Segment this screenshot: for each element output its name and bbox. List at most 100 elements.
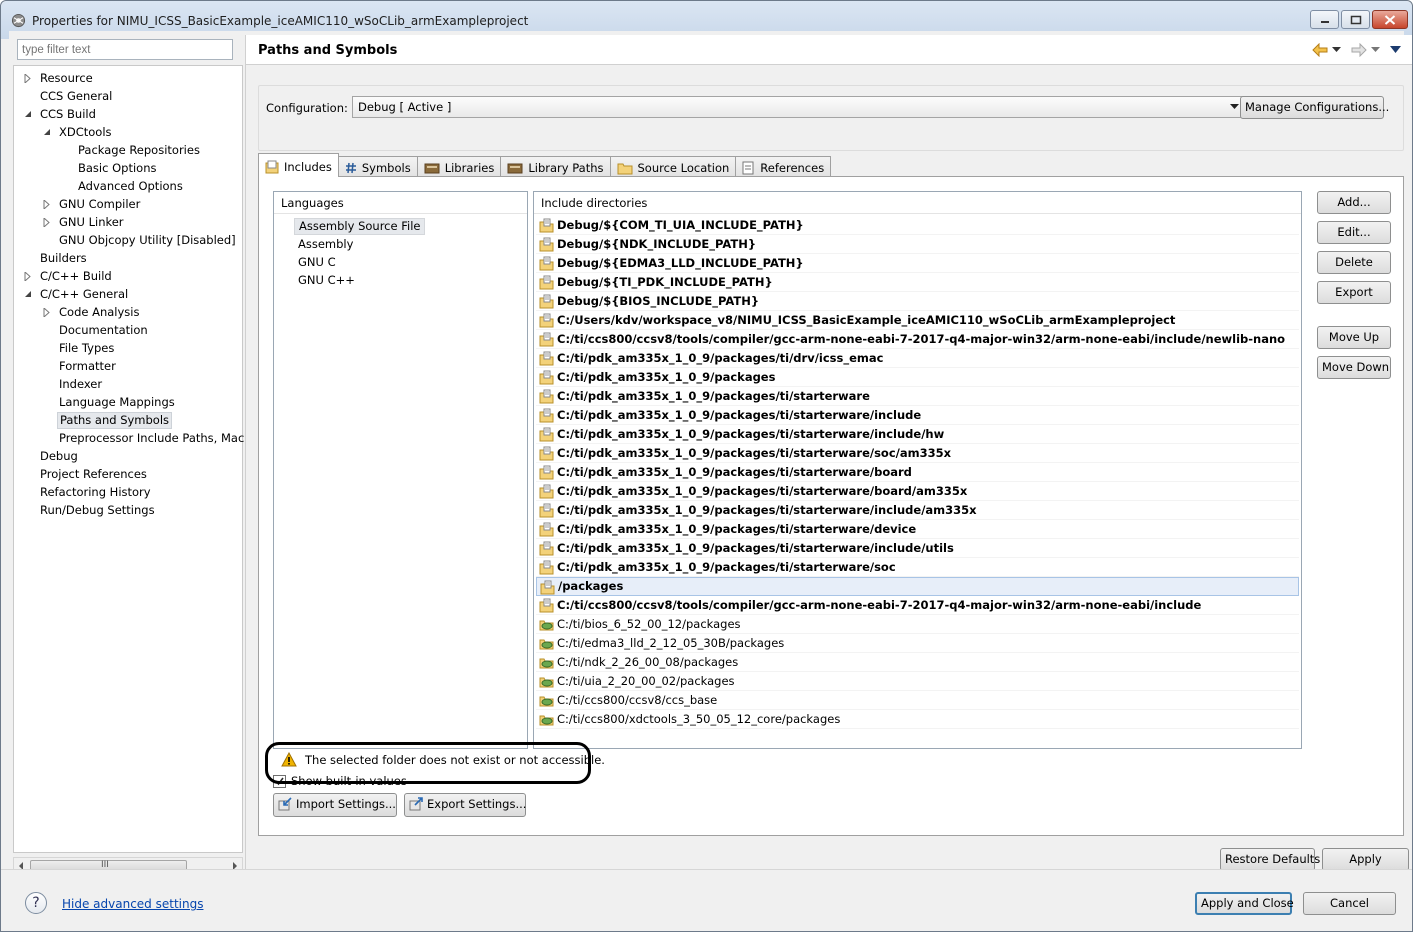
include-directory-row[interactable]: C:/ti/pdk_am335x_1_0_9/packages/ti/drv/i… xyxy=(536,349,1299,368)
nav-item-c-c-build[interactable]: C/C++ Build xyxy=(38,268,114,285)
language-item[interactable]: Assembly xyxy=(294,236,357,253)
twisty-collapsed-icon[interactable] xyxy=(42,214,52,231)
include-directory-row[interactable]: C:/ti/pdk_am335x_1_0_9/packages/ti/start… xyxy=(536,387,1299,406)
include-directory-row[interactable]: C:/ti/ndk_2_26_00_08/packages xyxy=(536,653,1299,672)
add-button[interactable]: Add... xyxy=(1317,191,1391,214)
include-directory-row[interactable]: C:/ti/ccs800/ccsv8/tools/compiler/gcc-ar… xyxy=(536,330,1299,349)
language-item[interactable]: GNU C xyxy=(294,254,340,271)
include-directory-row[interactable]: C:/ti/pdk_am335x_1_0_9/packages/ti/start… xyxy=(536,425,1299,444)
nav-item-basic-options[interactable]: Basic Options xyxy=(76,160,158,177)
nav-item-paths-and-symbols[interactable]: Paths and Symbols xyxy=(57,412,173,429)
include-directory-row[interactable]: C:/ti/pdk_am335x_1_0_9/packages/ti/start… xyxy=(536,482,1299,501)
nav-item-c-c-general[interactable]: C/C++ General xyxy=(38,286,130,303)
nav-item-indexer[interactable]: Indexer xyxy=(57,376,104,393)
nav-item-language-mappings[interactable]: Language Mappings xyxy=(57,394,177,411)
twisty-expanded-icon[interactable] xyxy=(42,124,52,141)
include-directory-row[interactable]: C:/ti/ccs800/ccsv8/ccs_base xyxy=(536,691,1299,710)
nav-item-builders[interactable]: Builders xyxy=(38,250,89,267)
include-directory-row[interactable]: /packages xyxy=(536,577,1299,596)
twisty-expanded-icon[interactable] xyxy=(23,106,33,123)
language-item[interactable]: Assembly Source File xyxy=(294,218,426,235)
back-arrow-icon[interactable] xyxy=(1312,43,1328,57)
nav-item-code-analysis[interactable]: Code Analysis xyxy=(57,304,141,321)
include-directory-row[interactable]: C:/ti/pdk_am335x_1_0_9/packages/ti/start… xyxy=(536,558,1299,577)
nav-item-project-references[interactable]: Project References xyxy=(38,466,149,483)
nav-item-documentation[interactable]: Documentation xyxy=(57,322,150,339)
nav-item-file-types[interactable]: File Types xyxy=(57,340,116,357)
include-directory-row[interactable]: Debug/${BIOS_INCLUDE_PATH} xyxy=(536,292,1299,311)
twisty-collapsed-icon[interactable] xyxy=(42,304,52,321)
edit-button[interactable]: Edit... xyxy=(1317,221,1391,244)
restore-defaults-button[interactable]: Restore Defaults xyxy=(1220,848,1320,871)
manage-configurations-button[interactable]: Manage Configurations... xyxy=(1240,96,1389,119)
include-directory-row[interactable]: Debug/${EDMA3_LLD_INCLUDE_PATH} xyxy=(536,254,1299,273)
nav-item-refactoring-history[interactable]: Refactoring History xyxy=(38,484,153,501)
delete-button[interactable]: Delete xyxy=(1317,251,1391,274)
include-directory-row[interactable]: C:/ti/pdk_am335x_1_0_9/packages/ti/start… xyxy=(536,406,1299,425)
help-icon[interactable]: ? xyxy=(25,892,47,914)
nav-item-formatter[interactable]: Formatter xyxy=(57,358,118,375)
include-directory-row[interactable]: Debug/${COM_TI_UIA_INCLUDE_PATH} xyxy=(536,216,1299,235)
export-button[interactable]: Export xyxy=(1317,281,1391,304)
include-directory-row[interactable]: C:/ti/bios_6_52_00_12/packages xyxy=(536,615,1299,634)
include-directory-row[interactable]: C:/ti/pdk_am335x_1_0_9/packages/ti/start… xyxy=(536,463,1299,482)
minimize-button[interactable] xyxy=(1310,10,1339,29)
tab-libraries[interactable]: Libraries xyxy=(416,156,502,177)
include-directory-row[interactable]: C:/ti/pdk_am335x_1_0_9/packages xyxy=(536,368,1299,387)
import-settings-button[interactable]: Import Settings... xyxy=(273,793,397,817)
filter-input[interactable] xyxy=(17,39,233,60)
back-dropdown-icon[interactable] xyxy=(1332,47,1341,53)
tab-symbols[interactable]: Symbols xyxy=(337,156,418,177)
twisty-collapsed-icon[interactable] xyxy=(42,196,52,213)
maximize-button[interactable] xyxy=(1341,10,1370,29)
export-settings-button[interactable]: Export Settings... xyxy=(404,793,526,817)
view-menu-icon[interactable] xyxy=(1390,46,1402,54)
apply-button[interactable]: Apply xyxy=(1322,848,1409,871)
nav-item-label: Advanced Options xyxy=(78,179,183,193)
move-down-button[interactable]: Move Down xyxy=(1317,356,1391,379)
include-directory-row[interactable]: Debug/${NDK_INCLUDE_PATH} xyxy=(536,235,1299,254)
twisty-expanded-icon[interactable] xyxy=(23,286,33,303)
nav-item-gnu-objcopy-utility-disabled[interactable]: GNU Objcopy Utility [Disabled] xyxy=(57,232,238,249)
forward-arrow-icon[interactable] xyxy=(1351,43,1367,57)
show-builtin-values-checkbox[interactable]: Show built-in values xyxy=(273,773,407,790)
forward-dropdown-icon[interactable] xyxy=(1371,47,1380,53)
move-up-button[interactable]: Move Up xyxy=(1317,326,1391,349)
tab-includes[interactable]: Includes xyxy=(258,153,339,177)
nav-item-ccs-general[interactable]: CCS General xyxy=(38,88,114,105)
include-directory-row[interactable]: Debug/${TI_PDK_INCLUDE_PATH} xyxy=(536,273,1299,292)
language-item[interactable]: GNU C++ xyxy=(294,272,359,289)
include-directory-row[interactable]: C:/ti/pdk_am335x_1_0_9/packages/ti/start… xyxy=(536,501,1299,520)
configuration-select[interactable]: Debug [ Active ] xyxy=(352,96,1245,118)
cancel-button[interactable]: Cancel xyxy=(1303,892,1396,915)
include-directories-list[interactable]: Include directories Debug/${COM_TI_UIA_I… xyxy=(533,191,1302,749)
nav-item-ccs-build[interactable]: CCS Build xyxy=(38,106,98,123)
nav-item-gnu-linker[interactable]: GNU Linker xyxy=(57,214,126,231)
include-directory-row[interactable]: C:/ti/ccs800/ccsv8/tools/compiler/gcc-ar… xyxy=(536,596,1299,615)
tab-references[interactable]: References xyxy=(735,156,832,177)
nav-item-xdctools[interactable]: XDCtools xyxy=(57,124,114,141)
apply-and-close-button[interactable]: Apply and Close xyxy=(1195,892,1294,915)
languages-list[interactable]: Languages Assembly Source File Assembly GN… xyxy=(273,191,528,749)
checkbox-box[interactable] xyxy=(273,775,286,788)
twisty-collapsed-icon[interactable] xyxy=(23,268,33,285)
include-directory-row[interactable]: C:/ti/pdk_am335x_1_0_9/packages/ti/start… xyxy=(536,539,1299,558)
nav-item-gnu-compiler[interactable]: GNU Compiler xyxy=(57,196,142,213)
twisty-collapsed-icon[interactable] xyxy=(23,70,33,87)
include-directory-row[interactable]: C:/ti/uia_2_20_00_02/packages xyxy=(536,672,1299,691)
include-directory-row[interactable]: C:/ti/edma3_lld_2_12_05_30B/packages xyxy=(536,634,1299,653)
nav-item-debug[interactable]: Debug xyxy=(38,448,80,465)
hide-advanced-settings-link[interactable]: Hide advanced settings xyxy=(62,897,203,911)
include-directory-row[interactable]: C:/ti/pdk_am335x_1_0_9/packages/ti/start… xyxy=(536,444,1299,463)
nav-item-package-repositories[interactable]: Package Repositories xyxy=(76,142,202,159)
nav-item-resource[interactable]: Resource xyxy=(38,70,95,87)
tab-source-location[interactable]: Source Location xyxy=(609,156,737,177)
include-directory-row[interactable]: C:/ti/ccs800/xdctools_3_50_05_12_core/pa… xyxy=(536,710,1299,729)
include-directory-row[interactable]: C:/ti/pdk_am335x_1_0_9/packages/ti/start… xyxy=(536,520,1299,539)
nav-item-preprocessor-include-paths-mac[interactable]: Preprocessor Include Paths, Macı xyxy=(57,430,249,447)
tab-library-paths[interactable]: Library Paths xyxy=(500,156,611,177)
close-window-button[interactable] xyxy=(1372,10,1408,29)
include-directory-row[interactable]: C:/Users/kdv/workspace_v8/NIMU_ICSS_Basi… xyxy=(536,311,1299,330)
nav-item-run-debug-settings[interactable]: Run/Debug Settings xyxy=(38,502,157,519)
nav-item-advanced-options[interactable]: Advanced Options xyxy=(76,178,185,195)
